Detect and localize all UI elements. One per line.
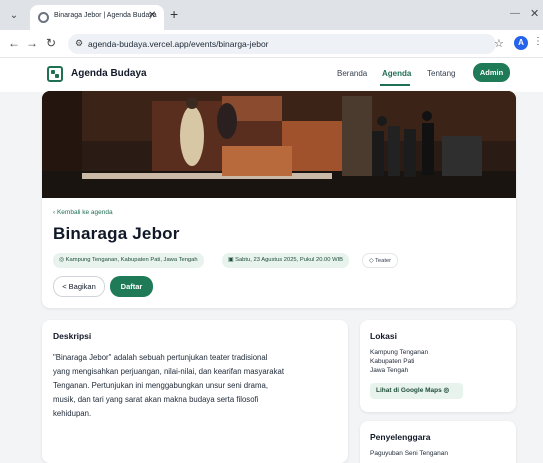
nav-beranda[interactable]: Beranda	[337, 69, 367, 78]
description-line: musik, dan tari yang sarat akan makna bu…	[53, 395, 259, 404]
browser-tab-bar: ⌄ Binaraga Jebor | Agenda Budaya ✕ + — ✕	[0, 0, 543, 30]
location-line: Kampung Tenganan	[370, 349, 429, 356]
description-heading: Deskripsi	[53, 331, 92, 341]
location-line: Kabupaten Pati	[370, 358, 415, 365]
tab-close-icon[interactable]: ✕	[148, 10, 156, 21]
profile-avatar[interactable]: A	[514, 36, 528, 50]
location-heading: Lokasi	[370, 331, 397, 341]
organizer-heading: Penyelenggara	[370, 432, 431, 442]
date-chip: ▣ Sabtu, 23 Agustus 2025, Pukul 20.00 WI…	[222, 253, 350, 268]
brand-name[interactable]: Agenda Budaya	[71, 68, 147, 79]
nav-tentang[interactable]: Tentang	[427, 69, 455, 78]
back-arrow-icon[interactable]: ←	[8, 36, 20, 50]
url-text[interactable]: agenda-budaya.vercel.app/events/binarga-…	[88, 39, 269, 49]
description-line: yang mengisahkan perjuangan, nilai-nilai…	[53, 367, 285, 376]
back-to-agenda-link[interactable]: ‹ Kembali ke agenda	[53, 209, 113, 216]
browser-tab[interactable]: Binaraga Jebor | Agenda Budaya ✕	[30, 5, 164, 30]
forward-arrow-icon[interactable]: →	[26, 36, 38, 50]
event-title: Binaraga Jebor	[53, 224, 180, 243]
browser-toolbar: ← → ↻ ⚙ agenda-budaya.vercel.app/events/…	[0, 30, 543, 58]
nav-active-underline	[380, 84, 410, 86]
category-chip-text: Teater	[374, 258, 392, 264]
site-header: Agenda Budaya Beranda Agenda Tentang Adm…	[0, 58, 543, 92]
nav-agenda[interactable]: Agenda	[382, 69, 411, 78]
location-chip-text: Kampung Tenganan, Kabupaten Pati, Jawa T…	[65, 257, 198, 263]
location-chip: ◎ Kampung Tenganan, Kabupaten Pati, Jawa…	[53, 253, 204, 268]
window-close-icon[interactable]: ✕	[530, 7, 539, 20]
location-pin-icon: ◎	[59, 257, 66, 263]
more-menu-icon[interactable]: ⋮	[533, 36, 543, 47]
share-label: Bagikan	[68, 282, 96, 291]
location-line: Jawa Tengah	[370, 367, 409, 374]
tab-title: Binaraga Jebor | Agenda Budaya	[54, 12, 157, 19]
bookmark-star-icon[interactable]: ☆	[494, 37, 504, 50]
address-bar[interactable]: ⚙ agenda-budaya.vercel.app/events/binarg…	[68, 34, 496, 54]
google-maps-button[interactable]: Lihat di Google Maps ◎	[370, 383, 463, 399]
description-card: Deskripsi "Binaraga Jebor" adalah sebuah…	[42, 320, 348, 463]
favicon-icon	[38, 12, 49, 23]
description-text: "Binaraga Jebor" adalah sebuah pertunjuk…	[53, 351, 335, 421]
date-chip-text: Sabtu, 23 Agustus 2025, Pukul 20.00 WIB	[235, 257, 344, 263]
register-button[interactable]: Daftar	[110, 276, 153, 297]
map-pin-icon: ◎	[441, 387, 450, 394]
category-chip: ◇ Teater	[362, 253, 399, 268]
site-settings-icon[interactable]: ⚙	[75, 38, 83, 49]
share-button[interactable]: < Bagikan	[53, 276, 105, 297]
event-hero-image	[42, 91, 516, 198]
new-tab-icon[interactable]: +	[170, 7, 178, 21]
organizer-card: Penyelenggara Paguyuban Seni Tenganan	[360, 421, 516, 463]
description-line: Tenganan. Pertunjukan ini menggabungkan …	[53, 381, 268, 390]
logo-icon[interactable]	[47, 66, 63, 82]
tab-search-chevron-icon[interactable]: ⌄	[6, 9, 22, 23]
admin-button[interactable]: Admin	[473, 63, 510, 82]
reload-icon[interactable]: ↻	[46, 36, 56, 50]
location-card: Lokasi Kampung Tenganan Kabupaten Pati J…	[360, 320, 516, 412]
event-hero-card: ‹ Kembali ke agenda Binaraga Jebor ◎ Kam…	[42, 91, 516, 308]
organizer-name: Paguyuban Seni Tenganan	[370, 450, 448, 457]
maps-label: Lihat di Google Maps	[376, 387, 442, 394]
description-line: kehidupan.	[53, 409, 92, 418]
minimize-icon[interactable]: —	[510, 8, 520, 19]
description-line: "Binaraga Jebor" adalah sebuah pertunjuk…	[53, 353, 268, 362]
